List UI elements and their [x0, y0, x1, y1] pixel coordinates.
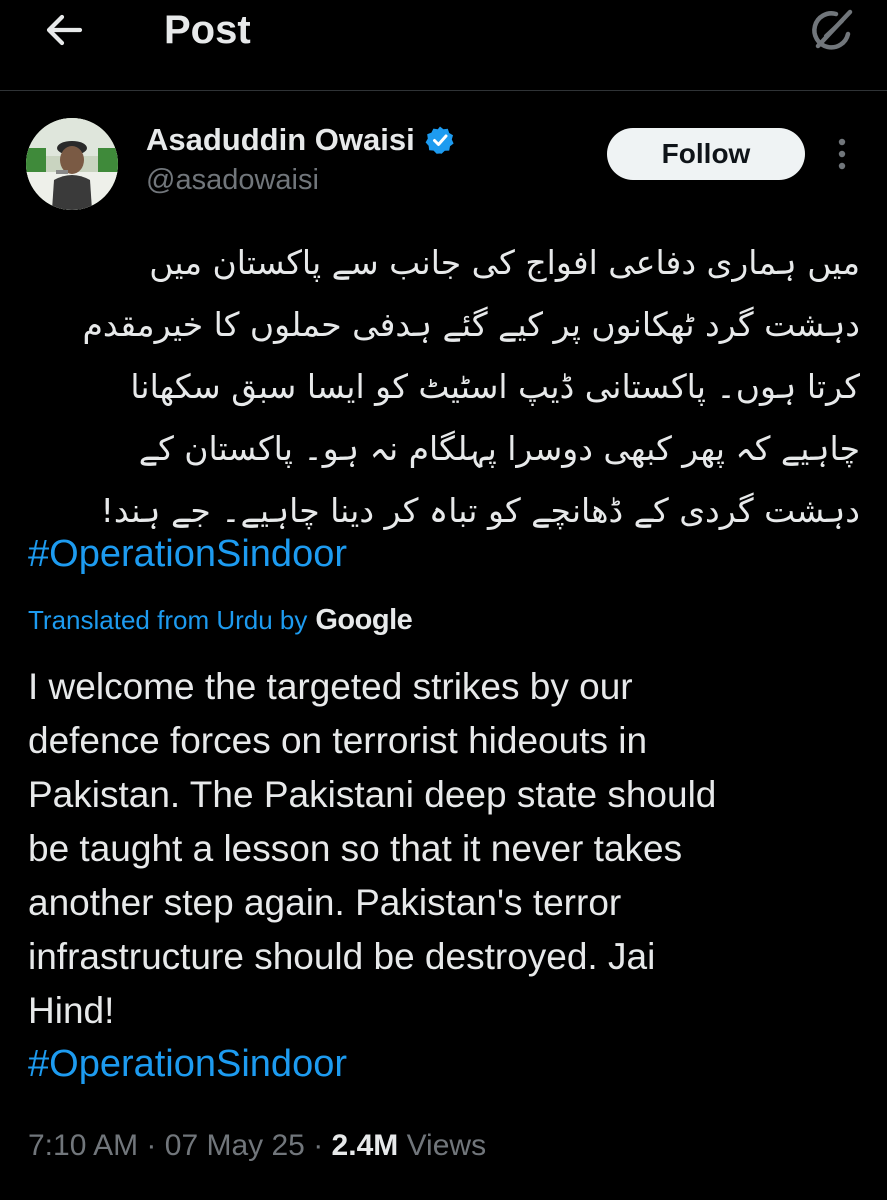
verified-badge-icon — [425, 126, 454, 154]
views-count[interactable]: 2.4M — [332, 1129, 399, 1162]
author-handle[interactable]: @asadowaisi — [146, 162, 319, 198]
english-line: another step again. Pakistan's terror — [28, 882, 622, 923]
avatar-image — [26, 118, 118, 210]
english-line: Pakistan. The Pakistani deep state shoul… — [28, 774, 717, 815]
urdu-line: دہشت گرد ٹھکانوں پر کیے گئے ہدفی حملوں ک… — [82, 305, 860, 344]
post-text-urdu: میں ہماری دفاعی افواج کی جانب سے پاکستان… — [28, 232, 860, 542]
arrow-left-icon — [46, 14, 83, 46]
back-button[interactable] — [40, 6, 88, 54]
page-title: Post — [164, 8, 251, 52]
post-page: Post Asaduddin Owaisi @asadowaisi Follow… — [0, 0, 887, 1200]
meta-separator: · — [146, 1129, 157, 1162]
follow-button[interactable]: Follow — [607, 128, 805, 180]
avatar[interactable] — [26, 118, 118, 210]
urdu-line: چاہیے کہ پھر کبھی دوسرا پہلگام نہ ہو۔ پا… — [138, 429, 860, 468]
google-logo: Google — [315, 604, 413, 636]
post-meta: 7:10 AM · 07 May 25 · 2.4M Views — [28, 1124, 486, 1168]
english-line: be taught a lesson so that it never take… — [28, 828, 683, 869]
english-line: I welcome the targeted strikes by our — [28, 666, 633, 707]
more-vertical-icon — [838, 138, 846, 170]
views-label: Views — [406, 1129, 487, 1162]
urdu-line: میں ہماری دفاعی افواج کی جانب سے پاکستان… — [149, 243, 860, 282]
urdu-line: کرتا ہوں۔ پاکستانی ڈیپ اسٹیٹ کو ایسا سبق… — [130, 367, 860, 406]
grok-button[interactable] — [802, 2, 862, 58]
more-button[interactable] — [826, 135, 858, 173]
english-line: defence forces on terrorist hideouts in — [28, 720, 648, 761]
top-bar: Post — [0, 0, 887, 91]
translation-attribution[interactable]: Translated from Urdu by Google — [28, 600, 413, 640]
post-date[interactable]: 07 May 25 — [165, 1129, 305, 1162]
author-name-text: Asaduddin Owaisi — [146, 122, 415, 157]
author-name[interactable]: Asaduddin Owaisi — [146, 120, 455, 160]
english-line: infrastructure should be destroyed. Jai — [28, 936, 656, 977]
hashtag-link[interactable]: #OperationSindoor — [28, 530, 347, 578]
translated-label: Translated from Urdu by — [28, 605, 308, 635]
post-text-translated: I welcome the targeted strikes by our de… — [28, 660, 868, 1038]
post-time[interactable]: 7:10 AM — [28, 1129, 138, 1162]
meta-separator: · — [313, 1129, 324, 1162]
grok-slash-icon — [812, 9, 853, 50]
english-line: Hind! — [28, 990, 115, 1031]
translated-hashtag-link[interactable]: #OperationSindoor — [28, 1040, 347, 1088]
